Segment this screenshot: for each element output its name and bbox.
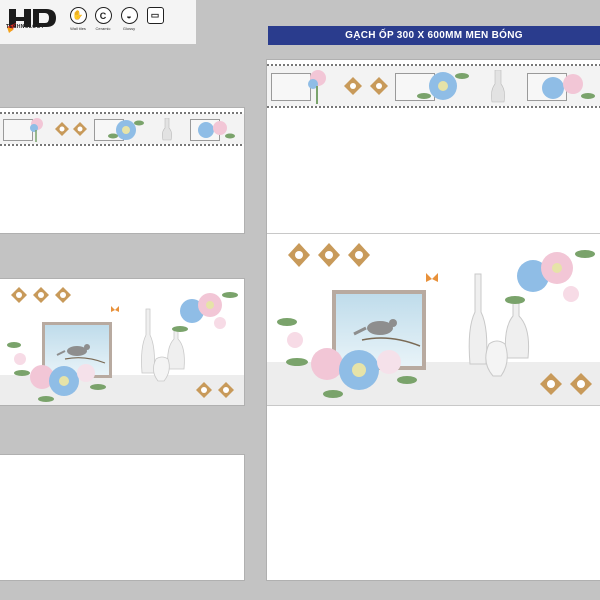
flower-bouquet-icon	[7, 342, 106, 402]
tile-wall-preview	[267, 60, 600, 580]
tile-plain-white	[0, 455, 244, 580]
tile-border-strip	[0, 108, 244, 233]
feature-wall-tiles: ✋ Wall tiles	[66, 7, 90, 31]
ornament-icon	[196, 382, 234, 398]
flower-icon	[542, 74, 595, 99]
ornament-icon	[344, 77, 388, 95]
border-strip	[267, 64, 600, 108]
logo-subtext: TECHNOLOGY	[6, 24, 45, 30]
size-icon: ▭	[146, 7, 164, 24]
flower-bouquet-icon	[277, 318, 417, 398]
brand-strip: TECHNOLOGY ✋ Wall tiles C Ceramic ◒ Glos…	[0, 0, 196, 44]
hd-logo	[7, 9, 56, 33]
tile-seam	[267, 405, 600, 406]
border-strip	[0, 112, 244, 146]
ornament-icon	[288, 243, 370, 267]
flower-icon	[198, 121, 235, 139]
feature-label: Glossy	[122, 26, 136, 31]
glossy-icon: ◒	[120, 7, 138, 24]
feature-size: ▭	[143, 7, 167, 26]
flower-icon	[308, 70, 326, 104]
tile-seam	[267, 233, 600, 234]
product-title-banner: GẠCH ỐP 300 X 600MM MEN BÓNG	[268, 26, 600, 45]
butterfly-icon	[426, 273, 438, 282]
feature-ceramic: C Ceramic	[91, 7, 115, 31]
wall-tiles-icon: ✋	[69, 7, 87, 24]
feature-label: Wall tiles	[70, 26, 86, 31]
butterfly-icon	[111, 306, 119, 312]
vase-icon	[491, 70, 505, 103]
flower-icon	[172, 292, 238, 332]
vase-icon	[162, 118, 172, 141]
flower-icon	[417, 72, 469, 100]
flower-icon	[30, 118, 43, 142]
ceramic-icon: C	[94, 7, 112, 24]
feature-glossy: ◒ Glossy	[117, 7, 141, 31]
feature-label: Ceramic	[95, 26, 111, 31]
flower-icon	[505, 250, 595, 304]
tile-feature-scene	[0, 279, 244, 405]
flower-icon	[108, 120, 144, 140]
ornament-icon	[11, 287, 71, 303]
ornament-icon	[55, 122, 87, 136]
ornament-icon	[540, 373, 592, 395]
